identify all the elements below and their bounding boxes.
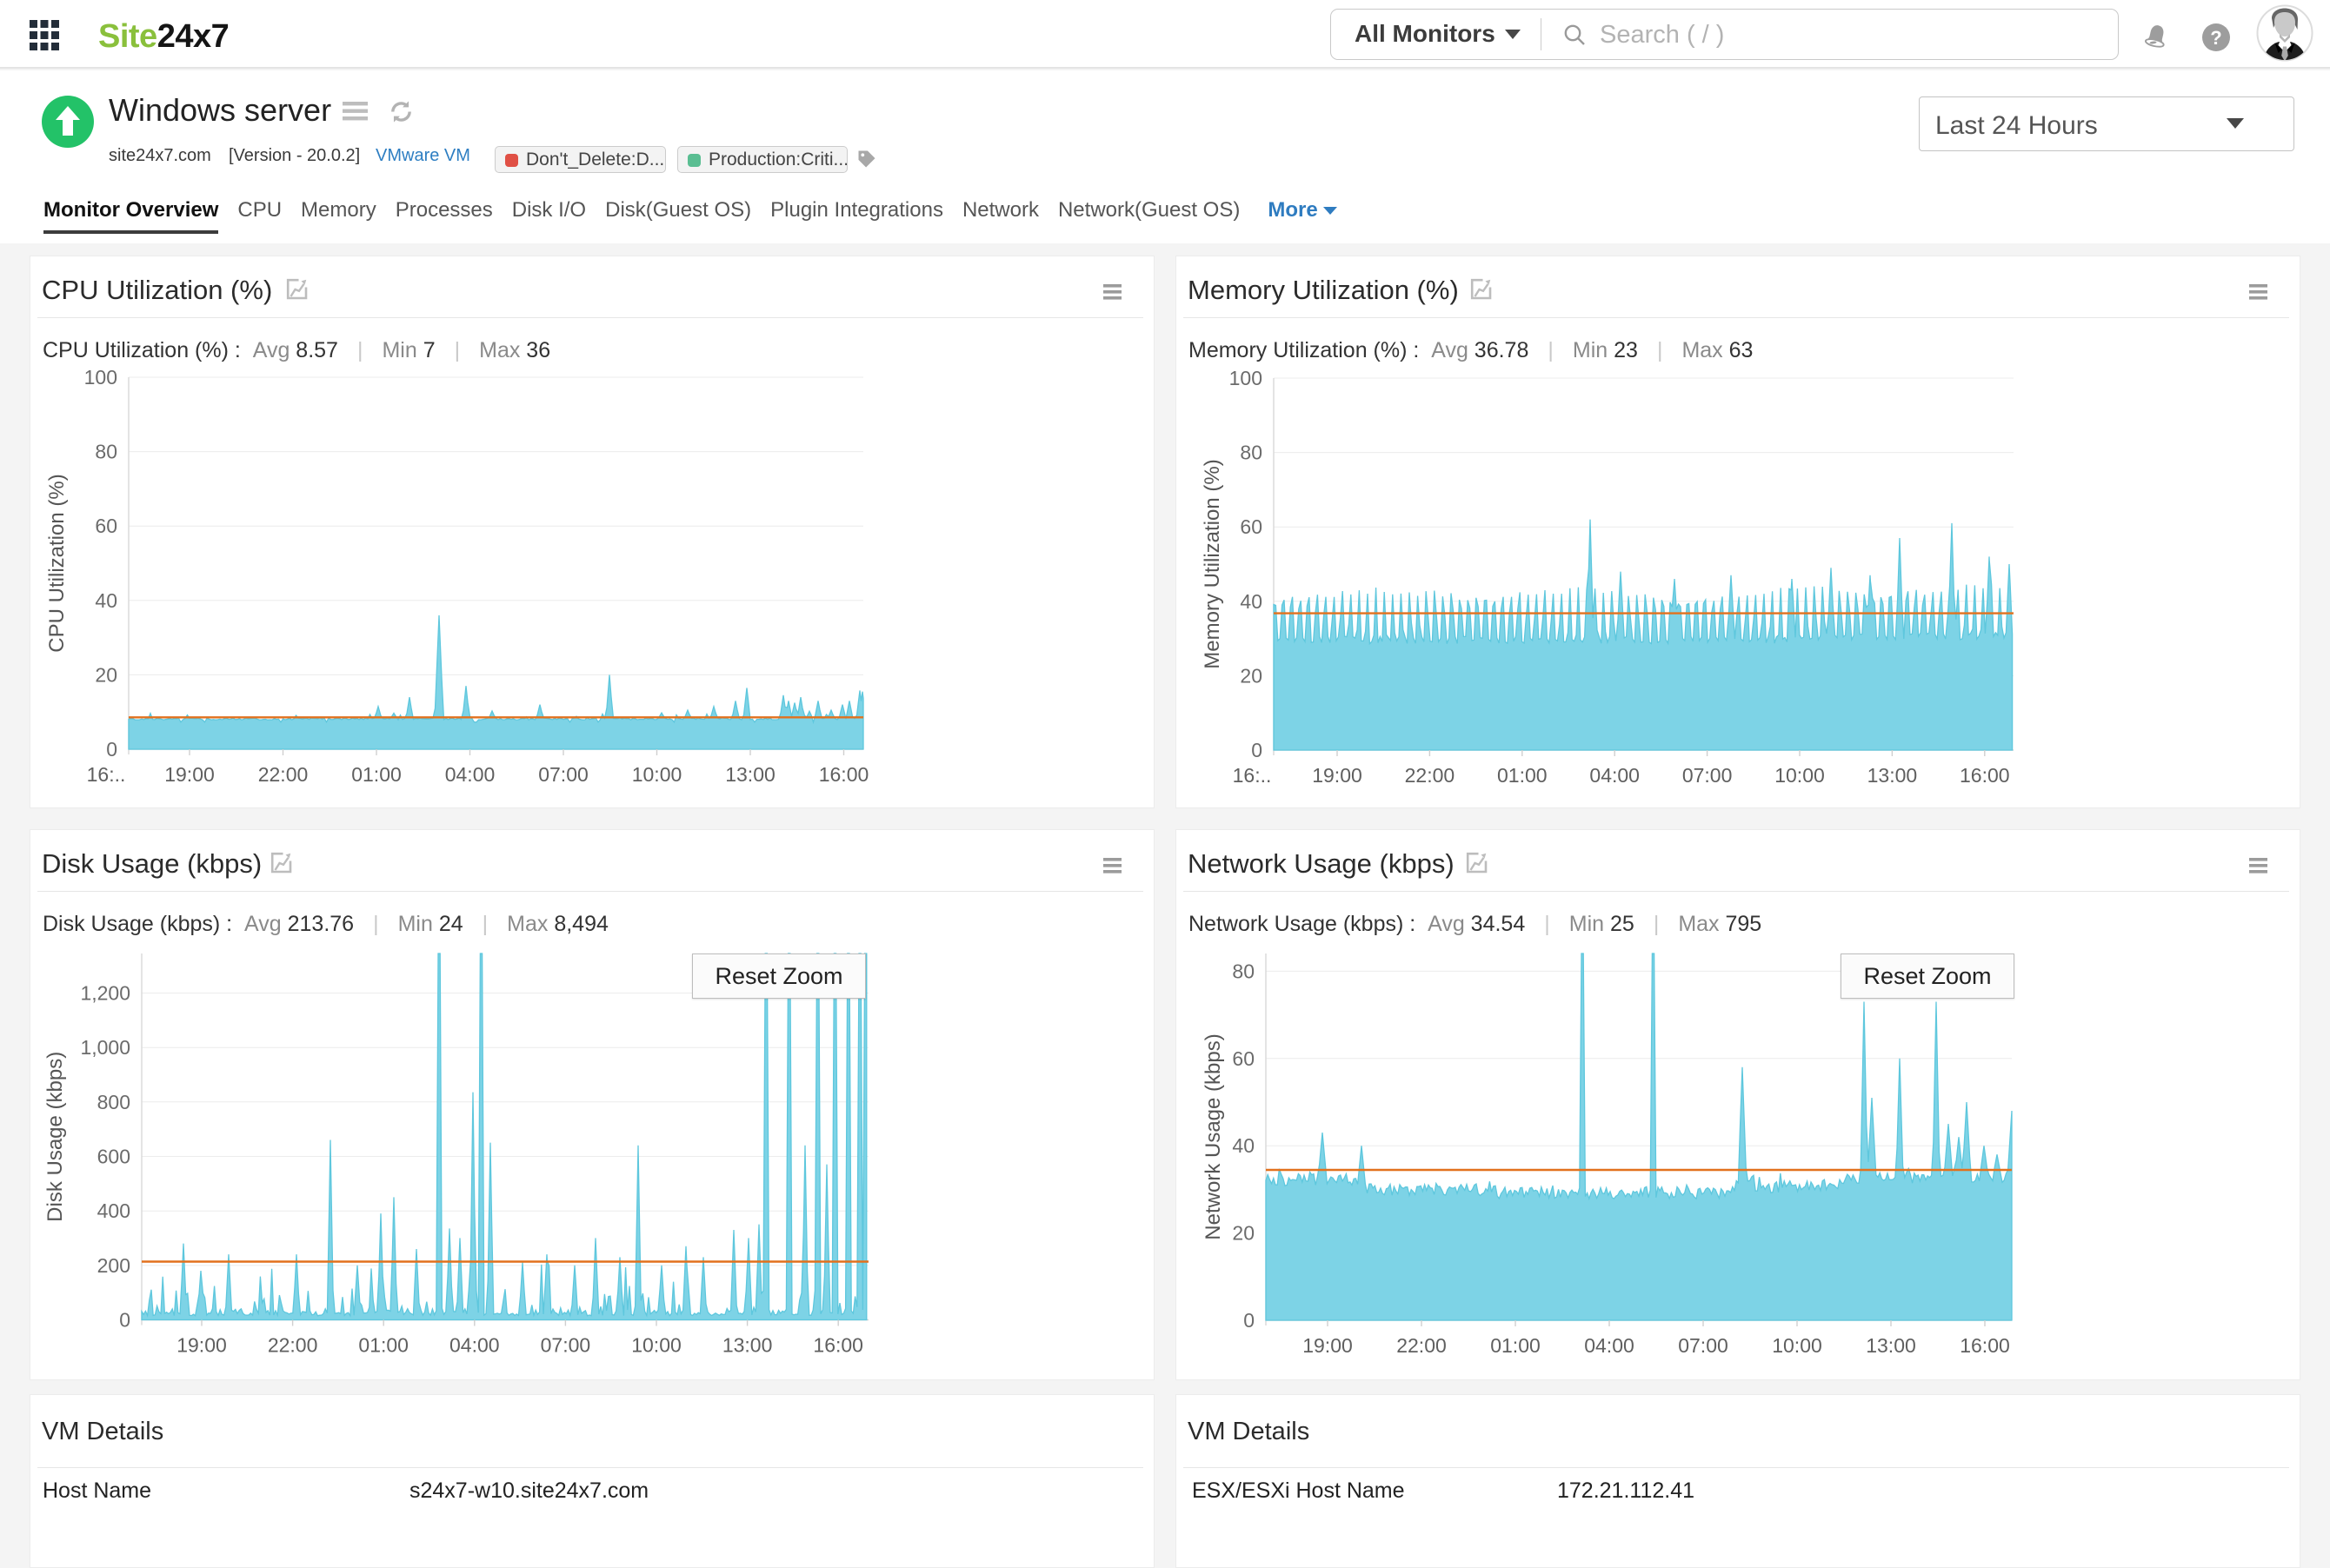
svg-text:07:00: 07:00 [1682, 764, 1733, 787]
svg-text:07:00: 07:00 [538, 763, 589, 786]
svg-text:01:00: 01:00 [1497, 764, 1548, 787]
svg-text:10:00: 10:00 [631, 1334, 682, 1357]
svg-text:19:00: 19:00 [176, 1334, 227, 1357]
svg-text:04:00: 04:00 [1589, 764, 1640, 787]
svg-text:100: 100 [84, 366, 117, 389]
svg-text:01:00: 01:00 [358, 1334, 409, 1357]
svg-text:16:..: 16:.. [87, 763, 126, 786]
svg-text:13:00: 13:00 [722, 1334, 773, 1357]
svg-text:0: 0 [106, 738, 117, 761]
svg-text:Network Usage (kbps): Network Usage (kbps) [1202, 1033, 1225, 1239]
svg-text:0: 0 [119, 1309, 130, 1332]
svg-text:07:00: 07:00 [541, 1334, 591, 1357]
svg-text:0: 0 [1243, 1309, 1255, 1332]
svg-text:40: 40 [95, 589, 117, 612]
svg-text:80: 80 [1240, 442, 1262, 464]
svg-text:Disk Usage (kbps): Disk Usage (kbps) [43, 1052, 67, 1222]
svg-text:600: 600 [97, 1146, 130, 1168]
svg-text:60: 60 [1232, 1047, 1255, 1070]
svg-text:20: 20 [1232, 1222, 1255, 1245]
svg-text:0: 0 [1251, 739, 1262, 761]
svg-text:60: 60 [1240, 515, 1262, 538]
svg-text:20: 20 [1240, 664, 1262, 687]
svg-text:16:..: 16:.. [1233, 764, 1272, 787]
svg-text:13:00: 13:00 [1867, 764, 1918, 787]
svg-text:1,000: 1,000 [80, 1036, 130, 1059]
svg-text:13:00: 13:00 [725, 763, 776, 786]
svg-text:1,200: 1,200 [80, 982, 130, 1005]
svg-text:19:00: 19:00 [1302, 1334, 1353, 1357]
svg-text:80: 80 [95, 441, 117, 463]
svg-text:10:00: 10:00 [1772, 1334, 1822, 1357]
svg-text:01:00: 01:00 [1490, 1334, 1541, 1357]
svg-text:?: ? [2210, 27, 2221, 49]
svg-text:40: 40 [1232, 1134, 1255, 1157]
svg-text:01:00: 01:00 [351, 763, 402, 786]
svg-text:16:00: 16:00 [1960, 764, 2010, 787]
svg-text:100: 100 [1229, 367, 1262, 389]
svg-text:60: 60 [95, 515, 117, 537]
svg-text:Memory Utilization (%): Memory Utilization (%) [1201, 459, 1224, 668]
svg-text:19:00: 19:00 [1312, 764, 1362, 787]
svg-text:200: 200 [97, 1254, 130, 1277]
svg-text:10:00: 10:00 [632, 763, 682, 786]
svg-text:400: 400 [97, 1199, 130, 1222]
svg-text:04:00: 04:00 [445, 763, 496, 786]
svg-text:40: 40 [1240, 590, 1262, 613]
svg-text:22:00: 22:00 [1396, 1334, 1447, 1357]
svg-text:07:00: 07:00 [1678, 1334, 1728, 1357]
svg-text:22:00: 22:00 [268, 1334, 318, 1357]
svg-text:800: 800 [97, 1091, 130, 1113]
svg-text:16:00: 16:00 [1960, 1334, 2010, 1357]
svg-text:16:00: 16:00 [819, 763, 869, 786]
svg-text:16:00: 16:00 [813, 1334, 863, 1357]
svg-text:CPU Utilization (%): CPU Utilization (%) [45, 474, 69, 652]
svg-text:13:00: 13:00 [1866, 1334, 1916, 1357]
svg-text:80: 80 [1232, 960, 1255, 982]
svg-text:04:00: 04:00 [449, 1334, 500, 1357]
svg-text:04:00: 04:00 [1584, 1334, 1634, 1357]
svg-text:22:00: 22:00 [1405, 764, 1455, 787]
svg-text:22:00: 22:00 [258, 763, 309, 786]
svg-text:20: 20 [95, 663, 117, 686]
svg-text:19:00: 19:00 [164, 763, 215, 786]
svg-text:10:00: 10:00 [1774, 764, 1825, 787]
